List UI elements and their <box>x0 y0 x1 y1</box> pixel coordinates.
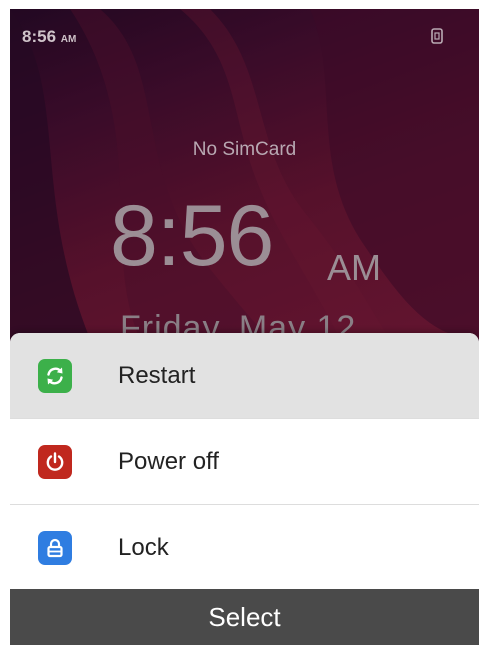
menu-item-label: Restart <box>118 361 196 389</box>
lockscreen-clock: 8:56 <box>110 188 274 284</box>
select-softkey-label: Select <box>208 601 281 632</box>
menu-item-label: Lock <box>118 533 169 561</box>
status-time-value: 8:56 <box>22 27 57 46</box>
power-menu: Restart Power off Lock <box>10 333 479 590</box>
status-time-ampm: AM <box>60 34 77 45</box>
select-softkey[interactable]: Select <box>10 589 479 645</box>
carrier-text: No SimCard <box>192 139 297 160</box>
menu-item-power-off[interactable]: Power off <box>10 419 479 505</box>
screen-rotate-icon <box>429 27 445 45</box>
lockscreen-wallpaper: 8:56 AM No SimCard 8:56 AM Friday, May 1… <box>10 9 479 339</box>
status-bar-time: 8:56 AM <box>22 27 76 47</box>
phone-screen: 8:56 AM No SimCard 8:56 AM Friday, May 1… <box>10 9 479 645</box>
dim-overlay <box>10 9 479 339</box>
lockscreen-clock-ampm: AM <box>327 247 381 288</box>
restart-icon <box>38 358 72 393</box>
power-icon <box>38 444 72 479</box>
menu-item-restart[interactable]: Restart <box>10 333 479 419</box>
menu-item-label: Power off <box>118 447 219 475</box>
lock-icon <box>38 530 72 565</box>
menu-item-lock[interactable]: Lock <box>10 505 479 590</box>
